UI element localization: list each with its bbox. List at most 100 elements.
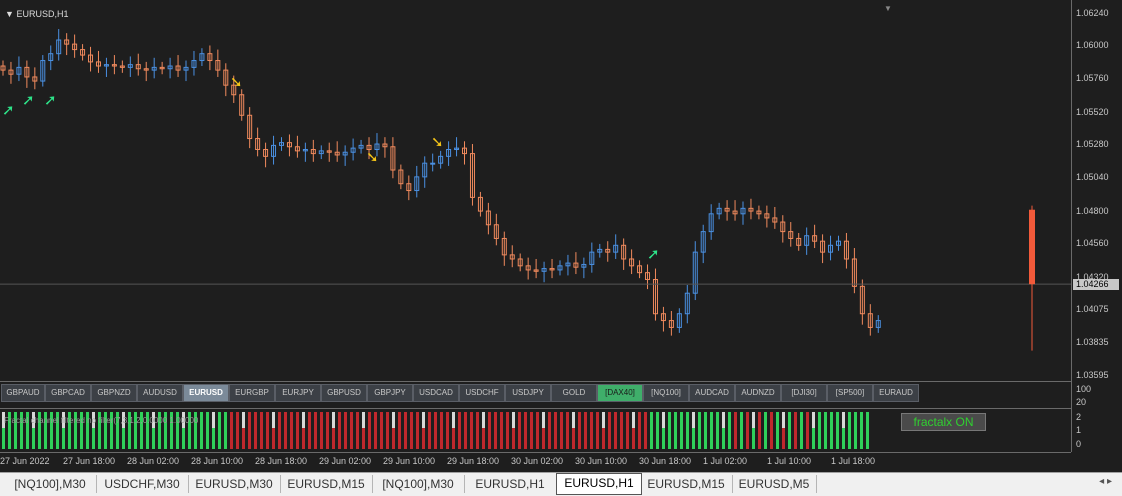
fractal-bar [704, 412, 707, 449]
signal-buy-arrow-icon: ➚ [2, 101, 15, 119]
signal-sell-arrow-icon: ➘ [431, 133, 444, 151]
price-tick-label: 1.05760 [1076, 73, 1109, 83]
symbol-button-nq100[interactable]: [NQ100] [643, 384, 689, 402]
symbol-button-eurjpy[interactable]: EURJPY [275, 384, 321, 402]
price-tick-label: 1.06240 [1076, 8, 1109, 18]
symbol-button-gbpjpy[interactable]: GBPJPY [367, 384, 413, 402]
fractal-bar [776, 412, 779, 449]
fractal-bar-marker [512, 412, 515, 428]
fractal-indicator-pane[interactable]: Fractal channel filtered no filter(7,3,1… [0, 409, 1071, 451]
fractal-bar [824, 412, 827, 449]
symbol-button-gbpcad[interactable]: GBPCAD [45, 384, 91, 402]
chart-tab[interactable]: EURUSD,M15 [640, 475, 733, 493]
chart-tab[interactable]: EURUSD,M15 [280, 475, 373, 493]
symbol-button-audusd[interactable]: AUDUSD [137, 384, 183, 402]
symbol-button-audnzd[interactable]: AUDNZD [735, 384, 781, 402]
symbol-button-gold[interactable]: GOLD [551, 384, 597, 402]
fractal-bar [686, 412, 689, 449]
fractal-bar [734, 412, 737, 449]
chart-tab[interactable]: EURUSD,M30 [188, 475, 281, 493]
fractal-bar [404, 412, 407, 449]
symbol-button-usdcad[interactable]: USDCAD [413, 384, 459, 402]
fractal-bar-marker [242, 412, 245, 428]
fractal-axis-1: 1 [1076, 425, 1082, 435]
tabs-scroll-arrows[interactable]: ◂ ▸ [1099, 476, 1112, 487]
fractal-bar [434, 412, 437, 449]
scroll-right-icon[interactable]: ▸ [1107, 476, 1112, 487]
fractal-bar [746, 412, 749, 449]
fractal-bar [218, 412, 221, 449]
fractal-bar [668, 412, 671, 449]
scroll-left-icon[interactable]: ◂ [1099, 476, 1104, 487]
candles-group [0, 29, 881, 336]
fractal-bar [224, 412, 227, 449]
time-tick-label: 30 Jun 18:00 [639, 456, 692, 466]
fractal-bar [518, 412, 521, 449]
fractal-bar [698, 412, 701, 449]
fractal-axis-0: 0 [1076, 439, 1082, 449]
time-tick-label: 29 Jun 10:00 [383, 456, 436, 466]
fractal-bar [770, 412, 773, 449]
chart-tab[interactable]: USDCHF,M30 [96, 475, 189, 493]
fractal-bar [266, 412, 269, 449]
chart-tab[interactable]: EURUSD,H1 [556, 473, 642, 495]
fractal-bar [494, 412, 497, 449]
fractal-bar [230, 412, 233, 449]
chart-tab[interactable]: [NQ100],M30 [4, 475, 97, 493]
symbol-button-audcad[interactable]: AUDCAD [689, 384, 735, 402]
fractal-bar [590, 412, 593, 449]
symbol-button-dax40[interactable]: [DAX40] [597, 384, 643, 402]
fractal-bar [566, 412, 569, 449]
symbol-button-usdjpy[interactable]: USDJPY [505, 384, 551, 402]
fractal-bar [596, 412, 599, 449]
time-tick-label: 29 Jun 18:00 [447, 456, 500, 466]
fractal-bar [488, 412, 491, 449]
time-tick-label: 28 Jun 02:00 [127, 456, 180, 466]
symbol-button-eurgbp[interactable]: EURGBP [229, 384, 275, 402]
symbol-button-gbpusd[interactable]: GBPUSD [321, 384, 367, 402]
signal-sell-arrow-icon: ➘ [230, 73, 243, 91]
price-tick-label: 1.03835 [1076, 337, 1109, 347]
fractal-bar [284, 412, 287, 449]
symbol-button-eurusd[interactable]: EURUSD [183, 384, 229, 402]
price-tick-label: 1.03595 [1076, 370, 1109, 380]
signal-buy-arrow-icon: ➚ [22, 91, 35, 109]
fractal-bar [416, 412, 419, 449]
time-axis[interactable]: 27 Jun 2022 27 Jun 18:00 28 Jun 02:00 28 Ju… [0, 452, 1071, 472]
chart-tab[interactable]: EURUSD,H1 [464, 475, 557, 493]
chart-title: ▼ EURUSD,H1 [5, 9, 68, 19]
fractal-bar [440, 412, 443, 449]
symbol-button-sp500[interactable]: [SP500] [827, 384, 873, 402]
symbol-button-usdchf[interactable]: USDCHF [459, 384, 505, 402]
fractal-bar [584, 412, 587, 449]
fractal-bar [290, 412, 293, 449]
symbol-button-euraud[interactable]: EURAUD [873, 384, 919, 402]
price-chart-pane[interactable]: ➚ ➚ ➚ ➘ ➘ ➘ ➚ ▼ ▼ EURUSD,H1 [0, 5, 1071, 382]
fractal-bar [710, 412, 713, 449]
fractal-bar [254, 412, 257, 449]
price-axis[interactable]: 1.06240 1.06000 1.05760 1.05520 1.05280 1.050… [1071, 0, 1122, 452]
symbol-pane-axis-100: 100 [1076, 384, 1092, 394]
fractal-bar [386, 412, 389, 449]
chevron-down-icon[interactable]: ▼ [5, 9, 14, 19]
chart-tab[interactable]: [NQ100],M30 [372, 475, 465, 493]
fractal-bar-marker [782, 412, 785, 428]
fractal-bar [464, 412, 467, 449]
fractal-bar [206, 412, 209, 449]
fractal-bar [278, 412, 281, 449]
fractal-toggle-button[interactable]: fractalx ON [901, 413, 986, 431]
fractal-bar [758, 412, 761, 449]
fractal-bar [356, 412, 359, 449]
symbol-button-dji30[interactable]: [DJI30] [781, 384, 827, 402]
fractal-bar [866, 412, 869, 449]
price-tick-label: 1.06000 [1076, 40, 1109, 50]
price-tick-label: 1.04800 [1076, 206, 1109, 216]
fractal-bar [476, 412, 479, 449]
fractal-bar-marker [332, 412, 335, 428]
chart-tab[interactable]: EURUSD,M5 [732, 475, 817, 493]
symbol-button-gbpnzd[interactable]: GBPNZD [91, 384, 137, 402]
time-tick-label: 28 Jun 18:00 [255, 456, 308, 466]
symbol-button-gbpaud[interactable]: GBPAUD [1, 384, 45, 402]
fractal-bar [410, 412, 413, 449]
fractal-bar [458, 412, 461, 449]
